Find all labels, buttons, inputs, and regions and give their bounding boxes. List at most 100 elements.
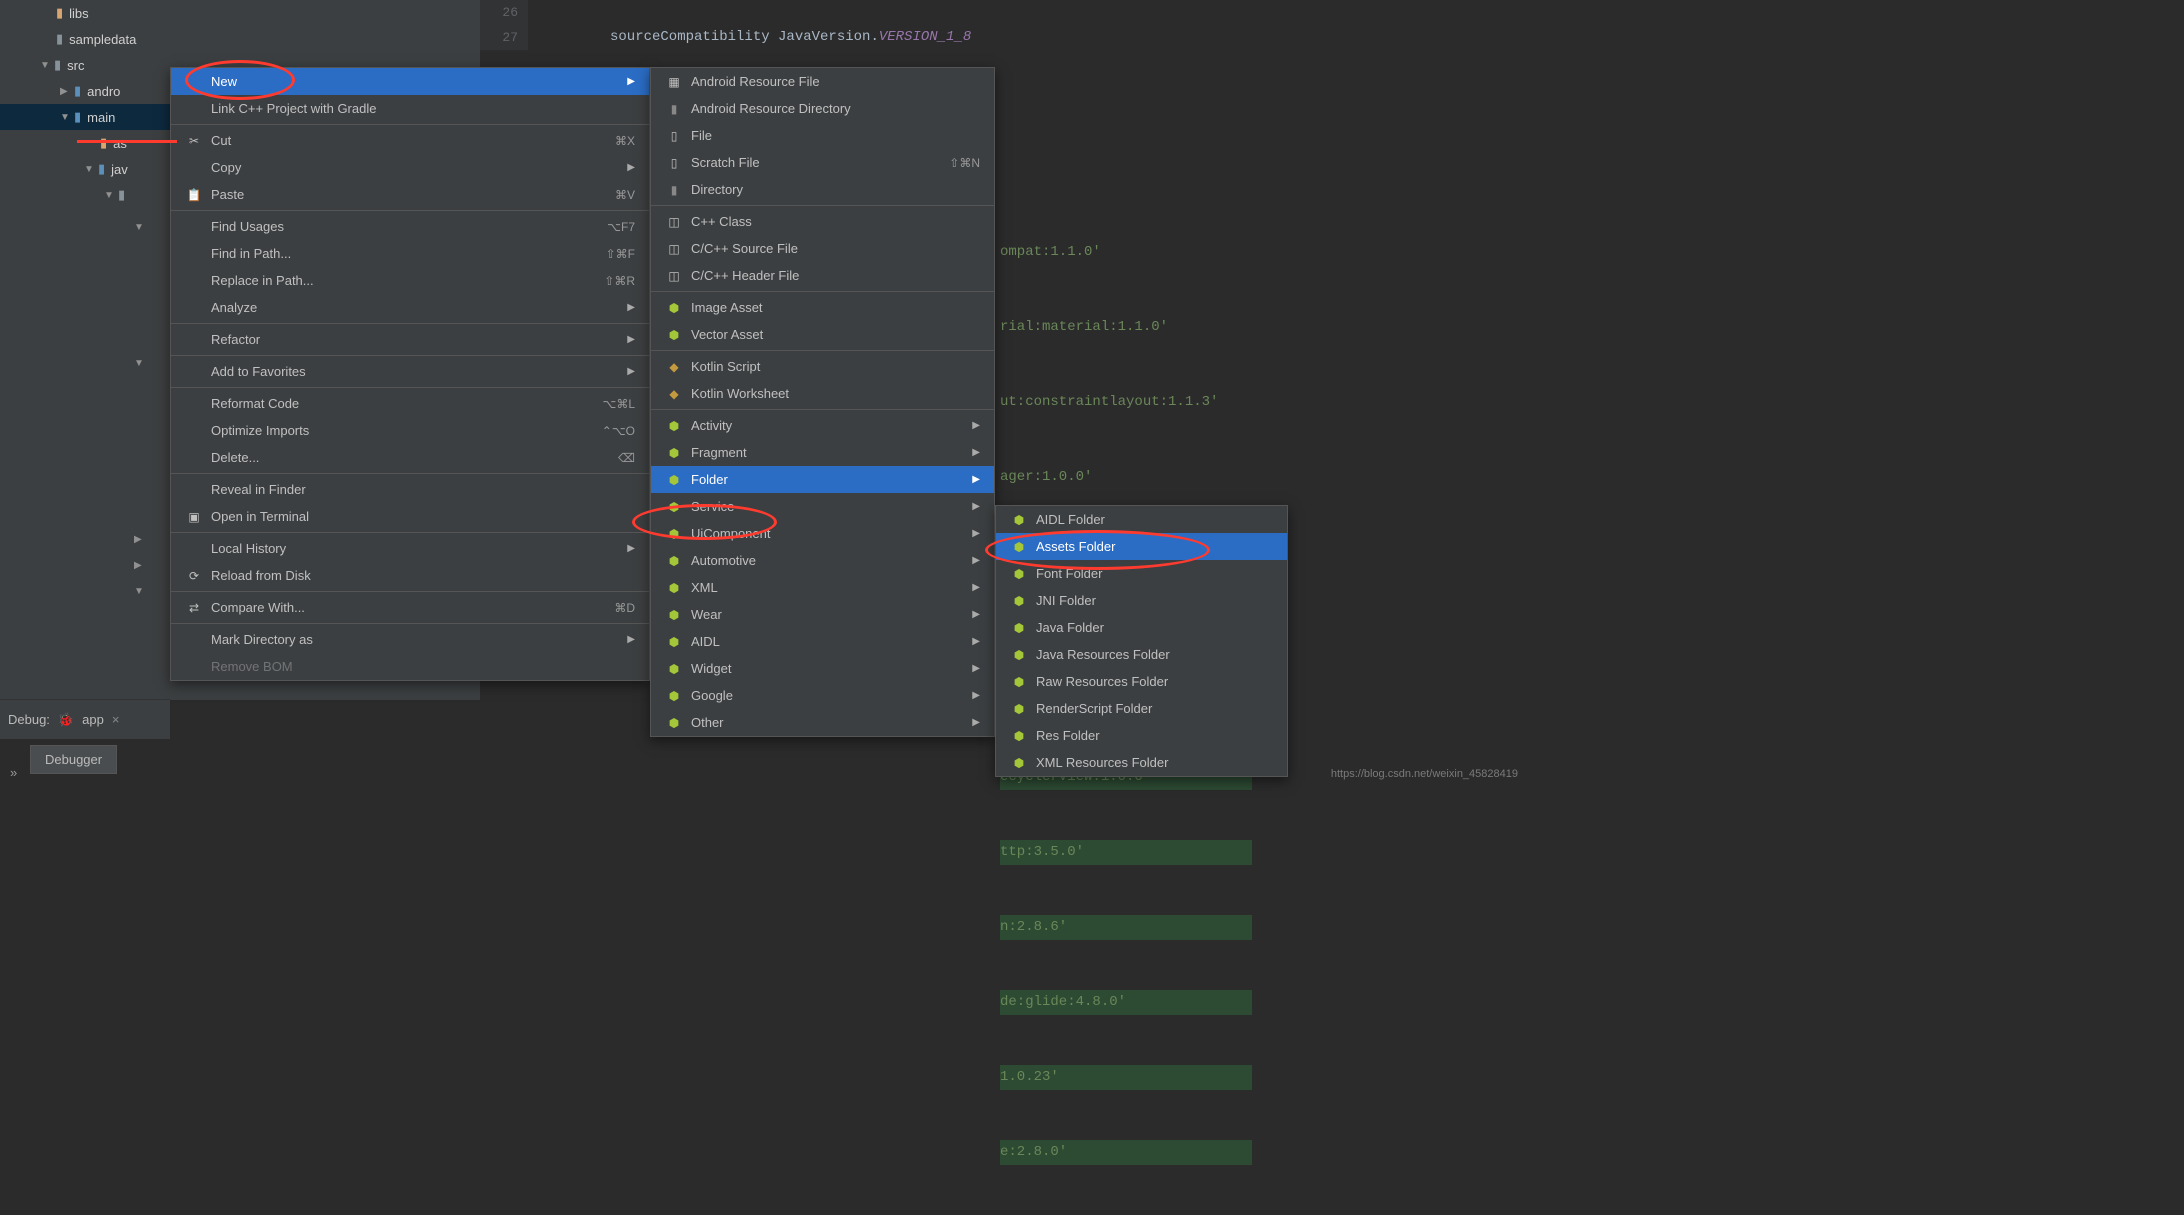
menu-item-cpp-class[interactable]: ◫C++ Class (651, 208, 994, 235)
menu-item-res-folder[interactable]: ⬢Res Folder (996, 722, 1287, 749)
android-folder-icon: ⬢ (1010, 540, 1028, 554)
menu-item-aidl-folder[interactable]: ⬢AIDL Folder (996, 506, 1287, 533)
menu-item-compare-with[interactable]: ⇄Compare With...⌘D (171, 594, 649, 621)
menu-item-link-cpp[interactable]: Link C++ Project with Gradle (171, 95, 649, 122)
folder-icon: ▮ (56, 5, 63, 21)
menu-item-font-folder[interactable]: ⬢Font Folder (996, 560, 1287, 587)
expand-icon[interactable]: » (10, 765, 17, 780)
menu-item-android-resource-file[interactable]: ▦Android Resource File (651, 68, 994, 95)
menu-item-open-terminal[interactable]: ▣Open in Terminal (171, 503, 649, 530)
menu-item-automotive[interactable]: ⬢Automotive▶ (651, 547, 994, 574)
android-icon: ⬢ (665, 662, 683, 676)
menu-item-other[interactable]: ⬢Other▶ (651, 709, 994, 736)
menu-item-aidl[interactable]: ⬢AIDL▶ (651, 628, 994, 655)
android-icon: ⬢ (665, 689, 683, 703)
menu-item-copy[interactable]: Copy▶ (171, 154, 649, 181)
expand-arrow-icon[interactable]: ▼ (84, 164, 96, 175)
menu-item-directory[interactable]: ▮Directory (651, 176, 994, 203)
menu-item-find-usages[interactable]: Find Usages⌥F7 (171, 213, 649, 240)
menu-item-jni-folder[interactable]: ⬢JNI Folder (996, 587, 1287, 614)
menu-item-find-in-path[interactable]: Find in Path...⇧⌘F (171, 240, 649, 267)
editor-gutter: 26 27 (480, 0, 528, 50)
menu-item-raw-resources-folder[interactable]: ⬢Raw Resources Folder (996, 668, 1287, 695)
scratch-icon: ▯ (665, 156, 683, 170)
menu-item-mark-directory[interactable]: Mark Directory as▶ (171, 626, 649, 653)
menu-item-delete[interactable]: Delete...⌫ (171, 444, 649, 471)
bug-icon: 🐞 (58, 712, 74, 728)
menu-item-file[interactable]: ▯File (651, 122, 994, 149)
tree-item-libs[interactable]: ▮ libs (0, 0, 480, 26)
menu-item-scratch-file[interactable]: ▯Scratch File⇧⌘N (651, 149, 994, 176)
android-icon: ⬢ (665, 500, 683, 514)
menu-item-reload-disk[interactable]: ⟳Reload from Disk (171, 562, 649, 589)
tree-label: as (113, 136, 127, 151)
menu-item-cpp-source[interactable]: ◫C/C++ Source File (651, 235, 994, 262)
folder-icon: ▮ (74, 83, 81, 99)
menu-item-replace-in-path[interactable]: Replace in Path...⇧⌘R (171, 267, 649, 294)
menu-item-fragment[interactable]: ⬢Fragment▶ (651, 439, 994, 466)
expand-arrow-icon[interactable]: ▼ (60, 112, 72, 123)
file-icon: ▯ (665, 129, 683, 143)
menu-item-google[interactable]: ⬢Google▶ (651, 682, 994, 709)
menu-item-java-resources-folder[interactable]: ⬢Java Resources Folder (996, 641, 1287, 668)
menu-item-xml-resources-folder[interactable]: ⬢XML Resources Folder (996, 749, 1287, 776)
menu-item-analyze[interactable]: Analyze▶ (171, 294, 649, 321)
tree-item-sampledata[interactable]: ▮ sampledata (0, 26, 480, 52)
android-folder-icon: ⬢ (1010, 513, 1028, 527)
menu-item-image-asset[interactable]: ⬢Image Asset (651, 294, 994, 321)
menu-item-new[interactable]: New▶ (171, 68, 649, 95)
menu-item-kotlin-worksheet[interactable]: ◆Kotlin Worksheet (651, 380, 994, 407)
menu-item-widget[interactable]: ⬢Widget▶ (651, 655, 994, 682)
android-folder-icon: ⬢ (1010, 756, 1028, 770)
menu-item-java-folder[interactable]: ⬢Java Folder (996, 614, 1287, 641)
folder-icon: ▮ (665, 102, 683, 116)
folder-submenu: ⬢AIDL Folder ⬢Assets Folder ⬢Font Folder… (995, 505, 1288, 777)
menu-item-remove-bom[interactable]: Remove BOM (171, 653, 649, 680)
debug-config[interactable]: app (82, 712, 104, 727)
expand-arrow-icon[interactable]: ▼ (104, 190, 116, 201)
tree-label: src (67, 58, 84, 73)
android-folder-icon: ⬢ (1010, 702, 1028, 716)
tree-label: andro (87, 84, 120, 99)
expand-arrow-icon[interactable]: ▼ (40, 60, 52, 71)
menu-item-local-history[interactable]: Local History▶ (171, 535, 649, 562)
close-icon[interactable]: × (112, 712, 120, 727)
menu-item-android-resource-dir[interactable]: ▮Android Resource Directory (651, 95, 994, 122)
menu-item-activity[interactable]: ⬢Activity▶ (651, 412, 994, 439)
cpp-icon: ◫ (665, 242, 683, 256)
kotlin-icon: ◆ (665, 387, 683, 401)
menu-item-add-favorites[interactable]: Add to Favorites▶ (171, 358, 649, 385)
folder-icon: ▮ (100, 135, 107, 151)
folder-icon: ▮ (98, 161, 105, 177)
menu-item-optimize-imports[interactable]: Optimize Imports⌃⌥O (171, 417, 649, 444)
expand-arrow-icon[interactable]: ▶ (60, 86, 72, 97)
tree-label: main (87, 110, 115, 125)
menu-item-folder[interactable]: ⬢Folder▶ (651, 466, 994, 493)
menu-item-renderscript-folder[interactable]: ⬢RenderScript Folder (996, 695, 1287, 722)
clipboard-icon: 📋 (185, 188, 203, 202)
menu-item-cut[interactable]: ✂Cut⌘X (171, 127, 649, 154)
menu-item-xml[interactable]: ⬢XML▶ (651, 574, 994, 601)
tab-debugger[interactable]: Debugger (30, 745, 117, 774)
android-icon: ⬢ (665, 301, 683, 315)
android-folder-icon: ⬢ (1010, 729, 1028, 743)
android-icon: ⬢ (665, 419, 683, 433)
menu-item-paste[interactable]: 📋Paste⌘V (171, 181, 649, 208)
android-icon: ⬢ (665, 716, 683, 730)
menu-item-refactor[interactable]: Refactor▶ (171, 326, 649, 353)
menu-item-reformat[interactable]: Reformat Code⌥⌘L (171, 390, 649, 417)
menu-item-assets-folder[interactable]: ⬢Assets Folder (996, 533, 1287, 560)
menu-item-vector-asset[interactable]: ⬢Vector Asset (651, 321, 994, 348)
reload-icon: ⟳ (185, 569, 203, 583)
menu-item-kotlin-script[interactable]: ◆Kotlin Script (651, 353, 994, 380)
android-folder-icon: ⬢ (1010, 621, 1028, 635)
menu-item-service[interactable]: ⬢Service▶ (651, 493, 994, 520)
debug-label: Debug: (8, 712, 50, 727)
menu-item-cpp-header[interactable]: ◫C/C++ Header File (651, 262, 994, 289)
watermark: https://blog.csdn.net/weixin_45828419 (1331, 768, 1518, 780)
android-folder-icon: ⬢ (1010, 648, 1028, 662)
menu-item-reveal-finder[interactable]: Reveal in Finder (171, 476, 649, 503)
menu-item-wear[interactable]: ⬢Wear▶ (651, 601, 994, 628)
android-icon: ⬢ (665, 473, 683, 487)
menu-item-uicomponent[interactable]: ⬢UiComponent▶ (651, 520, 994, 547)
